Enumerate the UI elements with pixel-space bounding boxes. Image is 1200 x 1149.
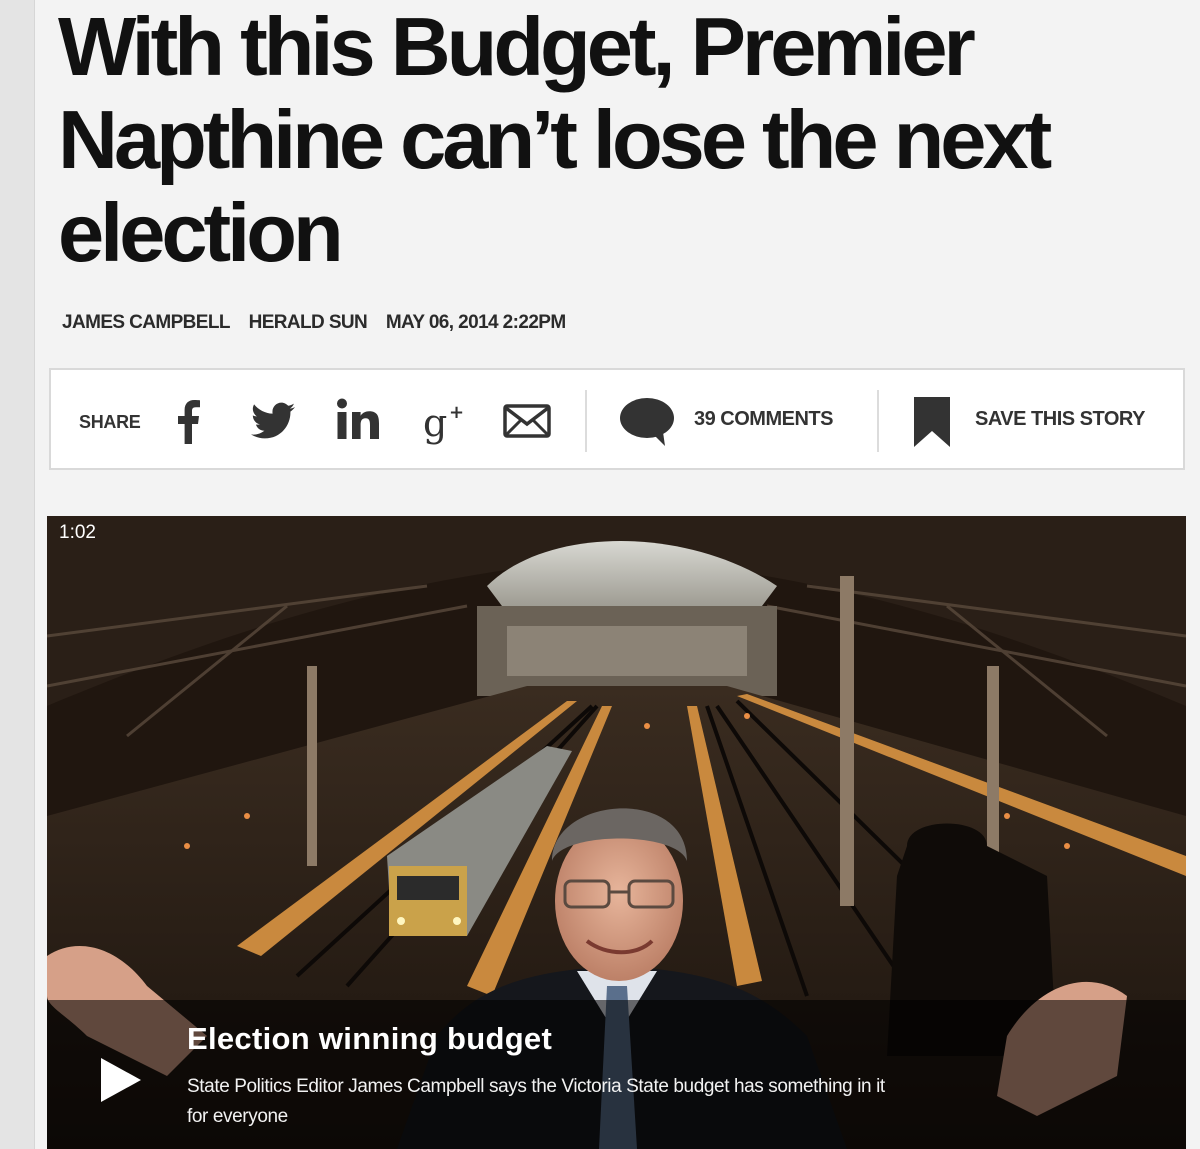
googleplus-icon[interactable]: g +: [421, 400, 467, 446]
byline-author[interactable]: JAMES CAMPBELL: [62, 312, 230, 333]
save-story-button[interactable]: SAVE THIS STORY: [975, 408, 1145, 431]
video-title[interactable]: Election winning budget: [187, 1021, 552, 1057]
left-rail: [0, 0, 35, 1149]
email-icon[interactable]: [503, 404, 551, 438]
share-divider: [585, 390, 587, 452]
video-description: State Politics Editor James Campbell say…: [187, 1076, 885, 1127]
twitter-icon[interactable]: [251, 402, 295, 440]
video-player[interactable]: 1:02 Election winning budget State Polit…: [47, 516, 1186, 1149]
svg-text:+: +: [449, 402, 464, 423]
byline-publication: HERALD SUN: [248, 312, 368, 333]
comments-divider: [877, 390, 879, 452]
linkedin-icon[interactable]: [336, 398, 380, 440]
share-label: SHARE: [79, 412, 141, 432]
byline-timestamp: MAY 06, 2014 2:22PM: [385, 312, 566, 333]
article-byline: JAMES CAMPBELL HERALD SUN MAY 06, 2014 2…: [62, 312, 580, 334]
article-headline: With this Budget, Premier Napthine can’t…: [58, 0, 1052, 279]
play-icon[interactable]: [99, 1056, 143, 1104]
bookmark-icon[interactable]: [912, 397, 952, 447]
comments-link[interactable]: 39 COMMENTS: [694, 408, 833, 431]
share-bar: SHARE g + 39 COMMENTS SAVE THIS STORY: [49, 368, 1185, 470]
video-duration: 1:02: [59, 522, 96, 543]
facebook-icon[interactable]: [175, 400, 201, 444]
comment-bubble-icon[interactable]: [619, 396, 677, 448]
svg-text:g: g: [423, 401, 447, 445]
